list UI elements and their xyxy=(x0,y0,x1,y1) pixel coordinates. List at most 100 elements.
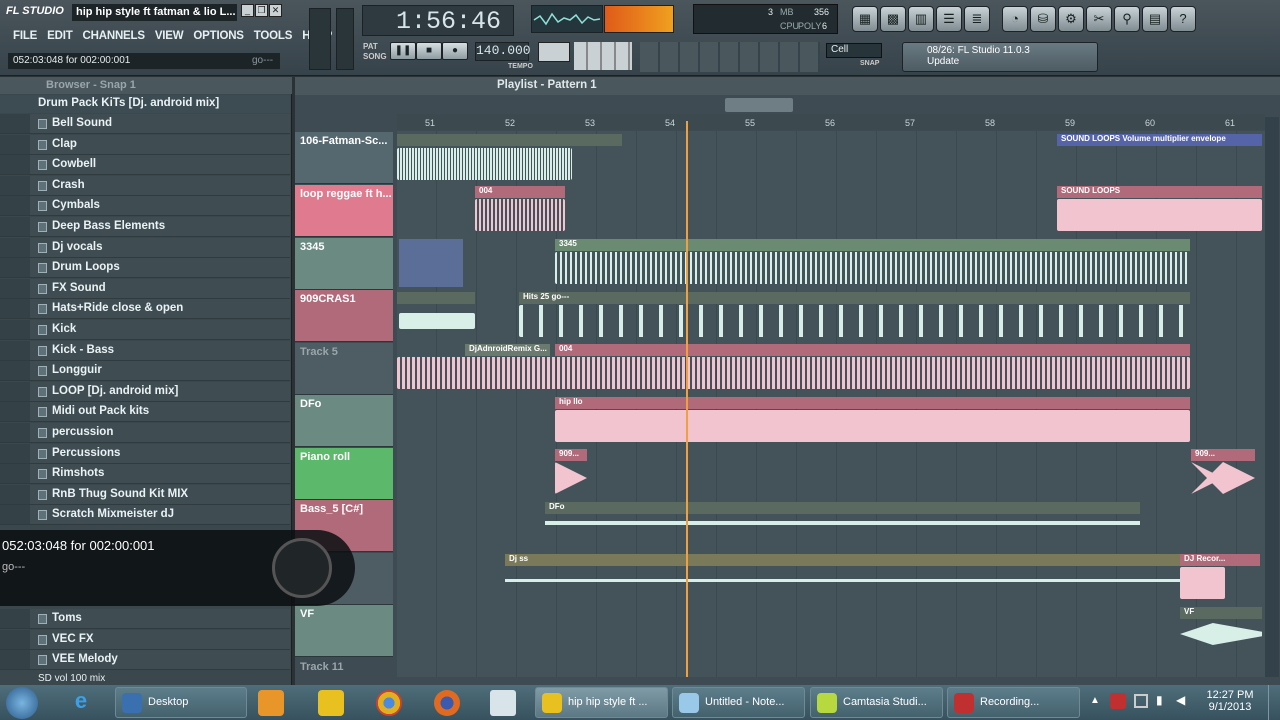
restore-button[interactable]: ❐ xyxy=(255,4,268,17)
volume-icon[interactable]: ◀ xyxy=(1176,693,1185,707)
browser-item[interactable]: Rimshots xyxy=(0,464,290,484)
audio-clip-dfo[interactable] xyxy=(555,410,1190,442)
calendar-icon[interactable] xyxy=(490,690,516,716)
pat-mode-label[interactable]: PAT xyxy=(363,42,378,51)
browser-item-partial[interactable]: SD vol 100 mix xyxy=(38,673,105,684)
close-button[interactable]: ✕ xyxy=(269,4,282,17)
audio-clip-vf[interactable] xyxy=(1180,623,1262,645)
show-desktop-button[interactable] xyxy=(1268,685,1280,720)
playlist-window-icon[interactable]: ▦ xyxy=(852,6,878,32)
audio-clip-909cras1[interactable] xyxy=(519,305,1190,337)
clip-label[interactable]: 3345 xyxy=(555,239,1190,251)
clip-label[interactable]: Dj ss xyxy=(505,554,1180,566)
browser-item[interactable]: VEC FX xyxy=(0,630,290,650)
audio-clip-dj-recor[interactable] xyxy=(1180,567,1225,599)
snap-select[interactable]: Cell xyxy=(826,43,882,58)
tempo-display[interactable]: 140.000 xyxy=(475,42,531,61)
taskbar-recording[interactable]: Recording... xyxy=(947,687,1080,718)
clip-label[interactable]: VF xyxy=(1180,607,1262,619)
clip-label[interactable]: SOUND LOOPS Volume multiplier envelope xyxy=(1057,134,1262,146)
playlist-grid[interactable]: SOUND LOOPS Volume multiplier envelope 0… xyxy=(397,131,1265,677)
vertical-scrollbar[interactable] xyxy=(1265,117,1279,677)
audio-clip-piano-roll-end[interactable] xyxy=(1191,462,1255,494)
browser-item[interactable]: Toms xyxy=(0,609,290,629)
browser-item[interactable]: Deep Bass Elements xyxy=(0,217,290,237)
tools-icon[interactable]: ✂ xyxy=(1086,6,1112,32)
browser-item[interactable]: FX Sound xyxy=(0,279,290,299)
menu-view[interactable]: VIEW xyxy=(150,27,189,47)
pattern-block[interactable] xyxy=(399,239,463,287)
news-panel[interactable]: 08/26: FL Studio 11.0.3 Update xyxy=(902,42,1098,72)
help-icon[interactable]: ? xyxy=(1170,6,1196,32)
tray-device-icon[interactable] xyxy=(1134,694,1148,708)
browser-item[interactable]: Drum Loops xyxy=(0,258,290,278)
audio-clip-909cras1-start[interactable] xyxy=(399,313,475,329)
tray-expand-icon[interactable]: ▲ xyxy=(1090,695,1100,706)
track-header[interactable]: Track 5 xyxy=(295,343,393,395)
audio-clip-piano-roll[interactable] xyxy=(555,462,587,494)
taskbar-desktop[interactable]: Desktop xyxy=(115,687,247,718)
mixer-icon[interactable]: ≣ xyxy=(964,6,990,32)
stop-button[interactable]: ■ xyxy=(416,42,442,60)
audio-clip-bass5[interactable] xyxy=(545,521,1140,525)
pause-button[interactable]: ❚❚ xyxy=(390,42,416,60)
track-11-label[interactable]: Track 11 xyxy=(300,661,343,673)
clip-label[interactable]: 004 xyxy=(555,344,1190,356)
pattern-grid-buttons[interactable] xyxy=(574,42,632,70)
track-header[interactable]: loop reggae ft h... xyxy=(295,185,393,237)
clip-label[interactable]: SOUND LOOPS xyxy=(1057,186,1262,198)
browser-item[interactable]: RnB Thug Sound Kit MIX xyxy=(0,485,290,505)
clip-label[interactable]: 004 xyxy=(475,186,565,198)
audio-clip-track5[interactable] xyxy=(397,357,1190,389)
clip-label[interactable]: Hits 25 go--- xyxy=(519,292,1190,304)
clip-label[interactable]: hip llo xyxy=(555,397,1190,409)
clip-label[interactable]: DjAdnroidRemix G... xyxy=(465,344,550,356)
menu-edit[interactable]: EDIT xyxy=(42,27,77,47)
track-header[interactable]: 3345 xyxy=(295,238,393,290)
track-header[interactable]: 106-Fatman-Sc... xyxy=(295,132,393,184)
song-position-display[interactable]: 1:56:46 xyxy=(362,5,514,36)
browser-item[interactable]: VEE Melody xyxy=(0,650,290,670)
taskbar-camtasia[interactable]: Camtasia Studi... xyxy=(810,687,943,718)
track-header[interactable]: Piano roll xyxy=(295,448,393,500)
clip-label[interactable]: DJ Recor... xyxy=(1180,554,1260,566)
browser-item[interactable]: LOOP [Dj. android mix] xyxy=(0,382,290,402)
menu-tools[interactable]: TOOLS xyxy=(249,27,297,47)
playlist-title[interactable]: Playlist - Pattern 1 xyxy=(497,79,597,91)
fl-studio-pinned-icon[interactable] xyxy=(318,690,344,716)
browser-item[interactable]: percussion xyxy=(0,423,290,443)
playhead-marker[interactable] xyxy=(686,121,688,677)
browser-item[interactable]: Crash xyxy=(0,176,290,196)
browser-item[interactable]: Hats+Ride close & open xyxy=(0,299,290,319)
browser-item[interactable]: Bell Sound xyxy=(0,114,290,134)
system-clock[interactable]: 12:27 PM 9/1/2013 xyxy=(1200,689,1260,713)
browser-item[interactable]: Clap xyxy=(0,135,290,155)
browser-icon[interactable]: ☰ xyxy=(936,6,962,32)
save-icon[interactable]: ⛁ xyxy=(1030,6,1056,32)
option-toggles[interactable] xyxy=(640,42,820,72)
audio-clip-djss[interactable] xyxy=(505,579,1180,582)
document-icon[interactable]: ▤ xyxy=(1142,6,1168,32)
audio-clip-106-fatman[interactable] xyxy=(397,148,572,180)
song-mode-label[interactable]: SONG xyxy=(363,52,387,61)
track-header[interactable]: 909CRAS1 xyxy=(295,290,393,342)
horizontal-scrollbar-thumb[interactable] xyxy=(725,98,793,112)
browser-item[interactable]: Longguir xyxy=(0,361,290,381)
audio-clip-sound-loops[interactable] xyxy=(1057,199,1262,231)
network-icon[interactable]: ▮ xyxy=(1156,693,1163,707)
clip-label[interactable]: DFo xyxy=(545,502,1140,514)
browser-item[interactable]: Cowbell xyxy=(0,155,290,175)
piano-roll-icon[interactable]: ▥ xyxy=(908,6,934,32)
audio-clip-3345[interactable] xyxy=(555,252,1190,284)
render-icon[interactable]: ⚙ xyxy=(1058,6,1084,32)
browser-item[interactable]: Scratch Mixmeister dJ xyxy=(0,505,290,525)
pattern-selector[interactable] xyxy=(538,42,570,62)
track-header[interactable]: DFo xyxy=(295,395,393,447)
clip-label[interactable]: 909... xyxy=(555,449,587,461)
menu-channels[interactable]: CHANNELS xyxy=(78,27,150,47)
tray-app-icon[interactable] xyxy=(1110,693,1126,709)
step-sequencer-icon[interactable]: ▩ xyxy=(880,6,906,32)
audio-clip-loop-reggae[interactable] xyxy=(475,199,565,231)
track-header[interactable]: VF xyxy=(295,605,393,657)
clip-label[interactable] xyxy=(397,292,475,304)
